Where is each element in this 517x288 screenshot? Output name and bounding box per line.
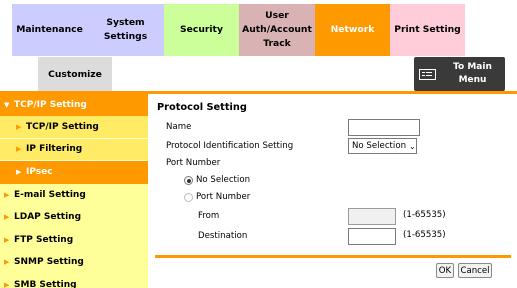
destination-port-input[interactable] — [348, 228, 396, 245]
radio-no-selection[interactable] — [184, 176, 193, 185]
sidebar-item-label: TCP/IP Setting — [14, 100, 87, 110]
tab-security[interactable]: Security — [164, 4, 239, 56]
tab-network[interactable]: Network — [315, 4, 390, 56]
tab-print-setting[interactable]: Print Setting — [390, 4, 465, 56]
sidebar-item-label: FTP Setting — [14, 234, 74, 245]
sidebar-item-label: LDAP Setting — [14, 212, 82, 223]
radio-no-selection-label: No Selection — [196, 175, 251, 185]
cancel-button[interactable]: Cancel — [458, 263, 492, 278]
sidebar-item-label: SMB Setting — [14, 279, 77, 288]
triangle-right-icon: ▶ — [4, 235, 10, 244]
radio-port-number-label: Port Number — [196, 192, 251, 202]
sidebar: ▼ TCP/IP Setting ▶ TCP/IP Setting ▶ IP F… — [0, 94, 148, 288]
from-range-hint: (1-65535) — [403, 210, 446, 220]
triangle-right-icon: ▶ — [4, 190, 10, 199]
triangle-right-icon: ▶ — [4, 213, 10, 222]
protocol-id-label: Protocol Identification Setting — [166, 141, 294, 151]
sidebar-item-label: TCP/IP Setting — [26, 121, 99, 132]
sidebar-item-ftp-setting[interactable]: ▶ FTP Setting — [0, 229, 148, 252]
sidebar-item-label: IP Filtering — [26, 144, 83, 155]
sidebar-item-email-setting[interactable]: ▶ E-mail Setting — [0, 184, 148, 207]
chevron-down-icon: ⌄ — [409, 141, 416, 151]
sidebar-item-ip-filtering[interactable]: ▶ IP Filtering — [0, 138, 148, 161]
sidebar-item-label: IPsec — [26, 167, 53, 178]
name-label: Name — [166, 122, 192, 132]
sidebar-item-smb-setting[interactable]: ▶ SMB Setting — [0, 274, 148, 288]
sidebar-item-tcpip-setting[interactable]: ▶ TCP/IP Setting — [0, 116, 148, 139]
triangle-right-icon: ▶ — [16, 168, 22, 177]
menu-list-icon — [419, 68, 436, 80]
page-title: Protocol Setting — [157, 102, 247, 113]
tab-system-settings[interactable]: System Settings — [87, 4, 164, 56]
to-main-menu-button[interactable]: To Main Menu — [414, 57, 505, 91]
sidebar-item-label: E-mail Setting — [14, 189, 86, 200]
form-divider — [155, 255, 511, 258]
protocol-id-select-value: No Selection — [352, 141, 407, 151]
from-port-input[interactable] — [348, 208, 396, 225]
tab-maintenance[interactable]: Maintenance — [12, 4, 87, 56]
tab-customize[interactable]: Customize — [38, 57, 112, 91]
protocol-id-select[interactable]: No Selection ⌄ — [348, 138, 417, 154]
triangle-right-icon: ▶ — [16, 122, 22, 131]
ok-button[interactable]: OK — [436, 263, 454, 278]
sidebar-item-label: SNMP Setting — [14, 257, 84, 268]
main-content: Protocol Setting Name Protocol Identific… — [148, 94, 517, 288]
triangle-right-icon: ▶ — [4, 258, 10, 267]
from-label: From — [198, 211, 220, 221]
sidebar-item-tcpip-setting-group[interactable]: ▼ TCP/IP Setting — [0, 94, 148, 116]
destination-range-hint: (1-65535) — [403, 230, 446, 240]
sidebar-item-ldap-setting[interactable]: ▶ LDAP Setting — [0, 206, 148, 229]
triangle-right-icon: ▶ — [4, 280, 10, 288]
tab-user-auth-account-track[interactable]: User Auth/Account Track — [239, 4, 315, 56]
sidebar-item-snmp-setting[interactable]: ▶ SNMP Setting — [0, 251, 148, 274]
name-input[interactable] — [348, 119, 420, 136]
triangle-down-icon: ▼ — [4, 101, 10, 109]
port-number-label: Port Number — [166, 158, 221, 168]
destination-label: Destination — [198, 231, 248, 241]
sidebar-item-ipsec[interactable]: ▶ IPsec — [0, 161, 148, 184]
triangle-right-icon: ▶ — [16, 145, 22, 154]
top-tab-bar: Maintenance System Settings Security Use… — [12, 4, 465, 56]
to-main-menu-label: To Main Menu — [453, 62, 492, 85]
radio-port-number[interactable] — [184, 193, 193, 202]
